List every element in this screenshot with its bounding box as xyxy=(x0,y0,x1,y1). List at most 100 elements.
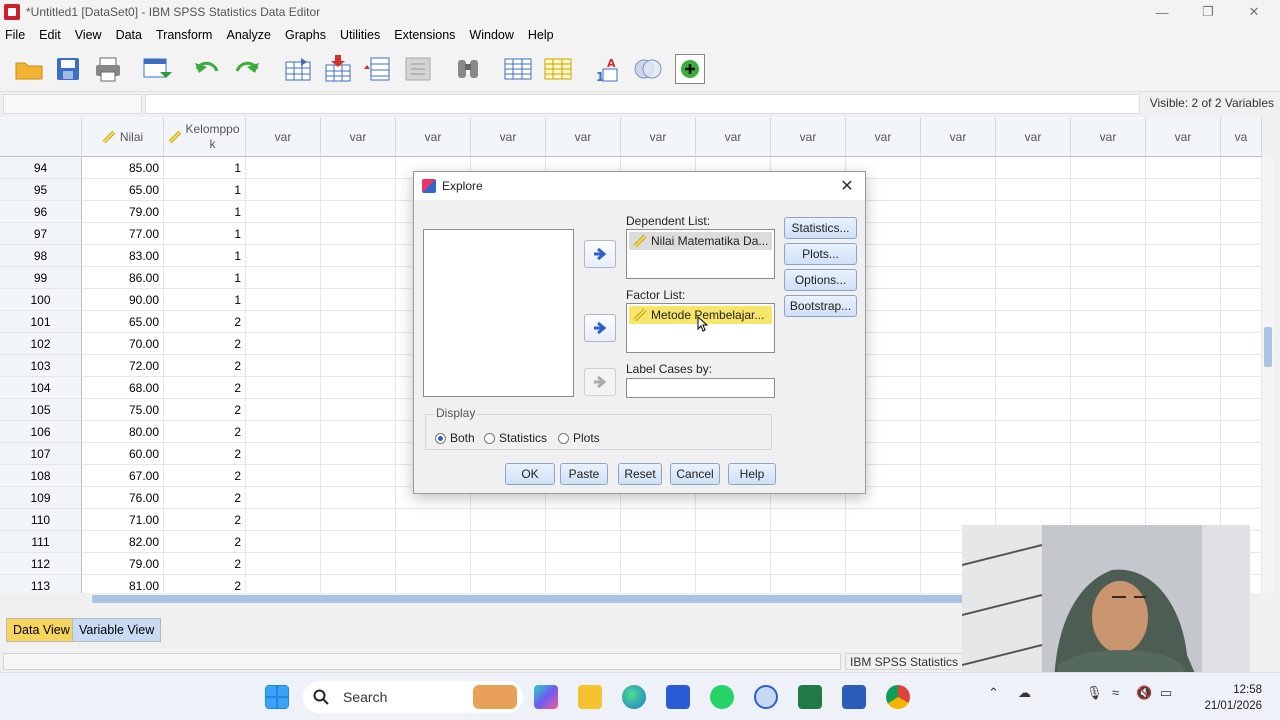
empty-cell[interactable] xyxy=(1071,333,1146,355)
whatsapp-icon[interactable] xyxy=(710,685,734,709)
cell-kelompok[interactable]: 2 xyxy=(164,553,246,575)
empty-cell[interactable] xyxy=(1071,377,1146,399)
empty-cell[interactable] xyxy=(696,509,771,531)
empty-cell[interactable] xyxy=(921,201,996,223)
empty-cell[interactable] xyxy=(1071,465,1146,487)
empty-cell[interactable] xyxy=(246,399,321,421)
empty-cell[interactable] xyxy=(996,399,1071,421)
empty-cell[interactable] xyxy=(1221,245,1262,267)
cell-kelompok[interactable]: 2 xyxy=(164,487,246,509)
dependent-list[interactable]: Nilai Matematika Da... xyxy=(626,229,775,279)
redo-icon[interactable] xyxy=(232,54,262,84)
wifi-icon[interactable]: ≈ xyxy=(1112,685,1119,700)
empty-cell[interactable] xyxy=(246,465,321,487)
empty-cell[interactable] xyxy=(546,575,621,593)
cell-nilai[interactable]: 60.00 xyxy=(82,443,164,465)
cell-nilai[interactable]: 70.00 xyxy=(82,333,164,355)
empty-cell[interactable] xyxy=(1071,487,1146,509)
row-number[interactable]: 108 xyxy=(0,465,82,487)
menu-analyze[interactable]: Analyze xyxy=(221,28,279,42)
column-header-var[interactable]: var xyxy=(1071,117,1146,157)
cell-nilai[interactable]: 82.00 xyxy=(82,531,164,553)
row-number[interactable]: 94 xyxy=(0,157,82,179)
empty-cell[interactable] xyxy=(246,443,321,465)
variables-icon[interactable] xyxy=(363,54,393,84)
empty-cell[interactable] xyxy=(1221,289,1262,311)
empty-cell[interactable] xyxy=(846,553,921,575)
taskbar-search-box[interactable]: Search xyxy=(303,681,523,713)
empty-cell[interactable] xyxy=(921,377,996,399)
empty-cell[interactable] xyxy=(1071,223,1146,245)
cell-kelompok[interactable]: 1 xyxy=(164,157,246,179)
column-header-var[interactable]: var xyxy=(621,117,696,157)
empty-cell[interactable] xyxy=(246,553,321,575)
bootstrap-button[interactable]: Bootstrap... xyxy=(784,295,857,317)
column-header-var[interactable]: var xyxy=(1146,117,1221,157)
vertical-scroll-thumb[interactable] xyxy=(1264,327,1272,367)
empty-cell[interactable] xyxy=(246,245,321,267)
row-number[interactable]: 101 xyxy=(0,311,82,333)
empty-cell[interactable] xyxy=(321,267,396,289)
empty-cell[interactable] xyxy=(246,487,321,509)
empty-cell[interactable] xyxy=(1221,487,1262,509)
plots-button[interactable]: Plots... xyxy=(784,243,857,265)
column-header-var[interactable]: va xyxy=(1221,117,1262,157)
empty-cell[interactable] xyxy=(996,377,1071,399)
goto-case-icon[interactable] xyxy=(283,54,313,84)
paste-button[interactable]: Paste xyxy=(560,463,608,485)
empty-cell[interactable] xyxy=(996,267,1071,289)
open-folder-icon[interactable] xyxy=(14,54,44,84)
empty-cell[interactable] xyxy=(1071,289,1146,311)
restore-icon[interactable]: ❐ xyxy=(1185,0,1231,24)
empty-cell[interactable] xyxy=(1071,245,1146,267)
empty-cell[interactable] xyxy=(921,465,996,487)
empty-cell[interactable] xyxy=(996,223,1071,245)
cell-kelompok[interactable]: 1 xyxy=(164,267,246,289)
cell-nilai[interactable]: 80.00 xyxy=(82,421,164,443)
menu-extensions[interactable]: Extensions xyxy=(389,28,464,42)
column-header-var[interactable]: var xyxy=(696,117,771,157)
empty-cell[interactable] xyxy=(921,443,996,465)
cell-kelompok[interactable]: 2 xyxy=(164,355,246,377)
cell-kelompok[interactable]: 2 xyxy=(164,443,246,465)
run-descriptives-icon[interactable] xyxy=(403,54,433,84)
empty-cell[interactable] xyxy=(621,575,696,593)
move-to-factor-button[interactable] xyxy=(584,314,616,342)
row-number[interactable]: 97 xyxy=(0,223,82,245)
empty-cell[interactable] xyxy=(921,355,996,377)
row-number[interactable]: 102 xyxy=(0,333,82,355)
empty-cell[interactable] xyxy=(921,245,996,267)
radio-both[interactable]: Both xyxy=(435,431,475,445)
menu-utilities[interactable]: Utilities xyxy=(335,28,389,42)
empty-cell[interactable] xyxy=(546,553,621,575)
empty-cell[interactable] xyxy=(1146,399,1221,421)
empty-cell[interactable] xyxy=(1146,223,1221,245)
empty-cell[interactable] xyxy=(321,289,396,311)
cell-nilai[interactable]: 75.00 xyxy=(82,399,164,421)
cell-kelompok[interactable]: 1 xyxy=(164,201,246,223)
empty-cell[interactable] xyxy=(246,267,321,289)
help-button[interactable]: Help xyxy=(728,463,776,485)
empty-cell[interactable] xyxy=(921,311,996,333)
empty-cell[interactable] xyxy=(1146,201,1221,223)
empty-cell[interactable] xyxy=(921,487,996,509)
empty-cell[interactable] xyxy=(321,157,396,179)
cell-nilai[interactable]: 65.00 xyxy=(82,179,164,201)
empty-cell[interactable] xyxy=(321,421,396,443)
empty-cell[interactable] xyxy=(621,531,696,553)
cell-nilai[interactable]: 90.00 xyxy=(82,289,164,311)
empty-cell[interactable] xyxy=(846,509,921,531)
label-cases-field[interactable] xyxy=(626,378,775,398)
empty-cell[interactable] xyxy=(471,509,546,531)
column-header-nilai[interactable]: Nilai xyxy=(82,117,164,157)
reset-button[interactable]: Reset xyxy=(618,463,662,485)
taskbar-clock[interactable]: 12:58 21/01/2026 xyxy=(1204,682,1262,714)
empty-cell[interactable] xyxy=(321,399,396,421)
row-number[interactable]: 109 xyxy=(0,487,82,509)
show-all-variables-icon[interactable] xyxy=(675,54,705,84)
menu-edit[interactable]: Edit xyxy=(34,28,70,42)
empty-cell[interactable] xyxy=(846,575,921,593)
empty-cell[interactable] xyxy=(1221,223,1262,245)
row-number[interactable]: 112 xyxy=(0,553,82,575)
network-cloud-icon[interactable]: ☁ xyxy=(1018,685,1031,701)
